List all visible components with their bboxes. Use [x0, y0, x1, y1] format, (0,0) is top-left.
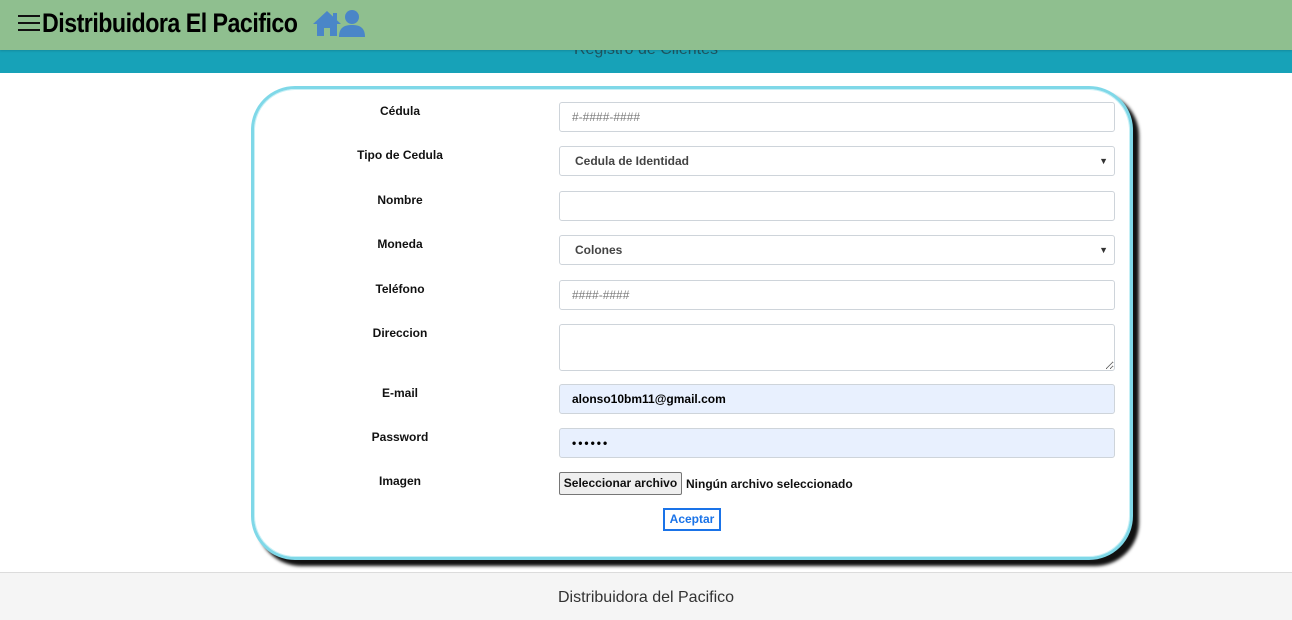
brand-title[interactable]: Distribuidora El Pacifico	[42, 8, 298, 39]
direccion-label: Direccion	[372, 326, 428, 340]
moneda-label: Moneda	[377, 237, 423, 251]
cedula-input[interactable]	[559, 102, 1115, 132]
tipo-cedula-label: Tipo de Cedula	[357, 148, 443, 162]
hamburger-menu-icon[interactable]	[18, 10, 40, 36]
password-input[interactable]: ••••••	[559, 428, 1115, 458]
file-status-text: Ningún archivo seleccionado	[686, 477, 853, 491]
select-file-button[interactable]: Seleccionar archivo	[559, 472, 682, 495]
nombre-input[interactable]	[559, 191, 1115, 221]
moneda-selected: Colones	[575, 243, 623, 257]
direccion-textarea[interactable]	[559, 324, 1115, 371]
dropdown-arrow-icon: ▼	[1099, 245, 1108, 255]
password-value: ••••••	[572, 436, 610, 450]
tipo-cedula-select[interactable]: Cedula de Identidad ▼	[559, 146, 1115, 176]
imagen-label: Imagen	[378, 474, 421, 488]
tipo-cedula-selected: Cedula de Identidad	[575, 154, 690, 168]
dropdown-arrow-icon: ▼	[1099, 156, 1108, 166]
email-label: E-mail	[381, 386, 418, 400]
footer: Distribuidora del Pacifico	[0, 572, 1292, 620]
footer-text: Distribuidora del Pacifico	[557, 589, 735, 606]
cedula-label: Cédula	[379, 104, 420, 118]
email-input[interactable]: alonso10bm11@gmail.com	[559, 384, 1115, 414]
telefono-label: Teléfono	[375, 282, 425, 296]
nombre-label: Nombre	[377, 193, 423, 207]
email-value: alonso10bm11@gmail.com	[572, 392, 726, 406]
password-label: Password	[371, 430, 429, 444]
telefono-input[interactable]	[559, 280, 1115, 310]
moneda-select[interactable]: Colones ▼	[559, 235, 1115, 265]
top-navbar: Distribuidora El Pacifico	[0, 0, 1292, 50]
user-icon[interactable]	[338, 9, 366, 37]
accept-button[interactable]: Aceptar	[663, 508, 721, 531]
